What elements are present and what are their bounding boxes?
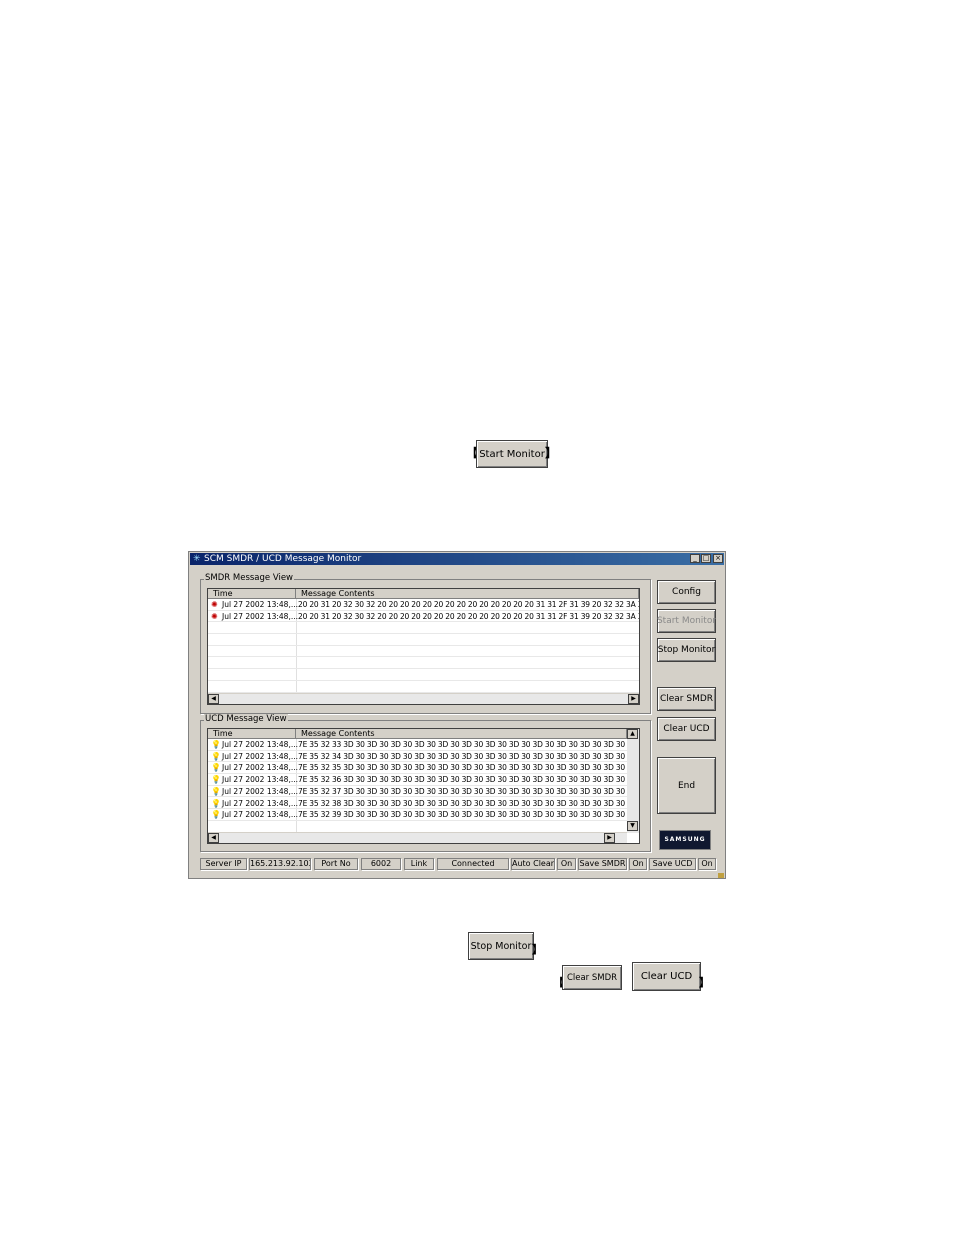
status-link-value: Connected xyxy=(437,858,509,870)
ucd-col-contents[interactable]: Message Contents xyxy=(296,729,627,739)
lightbulb-icon: 💡 xyxy=(211,810,221,820)
status-auto-clear-value: On xyxy=(557,858,576,870)
lightbulb-icon: 💡 xyxy=(211,751,221,761)
row-contents: 7E 35 32 34 3D 30 3D 30 3D 30 3D 30 3D 3… xyxy=(298,751,640,761)
maximize-button[interactable]: □ xyxy=(701,554,711,563)
resize-grip-icon[interactable] xyxy=(718,873,724,878)
status-save-smdr-label: Save SMDR xyxy=(578,858,627,870)
start-monitor-button[interactable]: Start Monitor xyxy=(657,609,716,633)
status-auto-clear-label: Auto Clear xyxy=(511,858,555,870)
window-title: SCM SMDR / UCD Message Monitor xyxy=(204,554,362,564)
scroll-up-icon[interactable]: ▲ xyxy=(627,729,638,739)
row-time: Jul 27 2002 13:48,... xyxy=(222,775,298,785)
monitor-window: ✳ SCM SMDR / UCD Message Monitor _ □ × S… xyxy=(188,551,726,879)
table-row[interactable] xyxy=(208,669,639,681)
smdr-group-label: SMDR Message View xyxy=(204,573,295,583)
table-row[interactable]: ✺ Jul 27 2002 13:48,... 20 20 31 20 32 30 … xyxy=(208,611,639,623)
close-button[interactable]: × xyxy=(713,554,723,563)
minimize-button[interactable]: _ xyxy=(690,554,700,563)
status-server-ip-value: 165.213.92.103 xyxy=(249,858,311,870)
row-time: Jul 27 2002 13:48,... xyxy=(222,763,298,773)
status-server-ip-label: Server IP xyxy=(200,858,247,870)
red-bug-icon: ✺ xyxy=(211,600,218,609)
status-port-label: Port No xyxy=(314,858,358,870)
table-row[interactable] xyxy=(208,634,639,646)
row-contents: 7E 35 32 39 3D 30 3D 30 3D 30 3D 30 3D 3… xyxy=(298,810,640,820)
end-button[interactable]: End xyxy=(657,757,716,814)
smdr-col-time[interactable]: Time xyxy=(208,589,296,599)
app-icon: ✳ xyxy=(193,554,201,564)
lightbulb-icon: 💡 xyxy=(211,763,221,773)
start-monitor-button-illustration[interactable]: Start Monitor xyxy=(476,440,548,468)
table-row[interactable] xyxy=(208,681,639,693)
clear-smdr-button-illustration[interactable]: Clear SMDR xyxy=(562,965,622,990)
config-button[interactable]: Config xyxy=(657,580,716,604)
row-time: Jul 27 2002 13:48,... xyxy=(222,786,298,796)
row-time: Jul 27 2002 13:48,... xyxy=(222,600,298,609)
bracket-close: 】 xyxy=(699,976,710,989)
clear-smdr-button[interactable]: Clear SMDR xyxy=(657,687,716,711)
row-contents: 20 20 31 20 32 30 32 20 20 20 20 20 20 2… xyxy=(298,600,640,609)
row-time: Jul 27 2002 13:48,... xyxy=(222,810,298,820)
clear-ucd-button[interactable]: Clear UCD xyxy=(657,717,716,741)
stop-monitor-button-illustration[interactable]: Stop Monitor xyxy=(468,932,534,960)
lightbulb-icon: 💡 xyxy=(211,786,221,796)
row-contents: 7E 35 32 36 3D 30 3D 30 3D 30 3D 30 3D 3… xyxy=(298,775,640,785)
smdr-message-list[interactable]: Time Message Contents ✺ Jul 27 2002 13:48… xyxy=(207,588,640,705)
bracket-close: 】 xyxy=(532,943,543,956)
bracket-close: 】 xyxy=(545,446,558,460)
samsung-logo: SAMSUNG xyxy=(659,830,711,850)
table-row[interactable] xyxy=(208,658,639,670)
row-contents: 20 20 31 20 32 30 32 20 20 20 20 20 20 2… xyxy=(298,611,640,621)
row-contents: 7E 35 32 37 3D 30 3D 30 3D 30 3D 30 3D 3… xyxy=(298,786,640,796)
lightbulb-icon: 💡 xyxy=(211,740,221,749)
ucd-group-label: UCD Message View xyxy=(204,714,288,724)
scroll-down-icon[interactable]: ▼ xyxy=(627,821,638,831)
row-contents: 7E 35 32 33 3D 30 3D 30 3D 30 3D 30 3D 3… xyxy=(298,740,640,749)
smdr-horizontal-scrollbar[interactable]: ◀ ▶ xyxy=(208,693,639,704)
status-link-label: Link xyxy=(404,858,434,870)
row-contents: 7E 35 32 35 3D 30 3D 30 3D 30 3D 30 3D 3… xyxy=(298,763,640,773)
scroll-left-icon[interactable]: ◀ xyxy=(208,694,219,704)
ucd-col-time[interactable]: Time xyxy=(208,729,296,739)
lightbulb-icon: 💡 xyxy=(211,798,221,808)
row-time: Jul 27 2002 13:48,... xyxy=(222,751,298,761)
status-save-smdr-value: On xyxy=(629,858,647,870)
row-time: Jul 27 2002 13:48,... xyxy=(222,740,298,749)
table-row[interactable]: ✺ Jul 27 2002 13:48,... 20 20 31 20 32 30 … xyxy=(208,599,639,611)
ucd-horizontal-scrollbar[interactable]: ◀ ▶ xyxy=(208,832,627,843)
scroll-right-icon[interactable]: ▶ xyxy=(628,694,639,704)
row-time: Jul 27 2002 13:48,... xyxy=(222,611,298,621)
ucd-message-list[interactable]: Time Message Contents 💡 Jul 27 2002 13:48… xyxy=(207,728,640,844)
scroll-right-icon[interactable]: ▶ xyxy=(604,833,615,843)
status-save-ucd-value: On xyxy=(698,858,716,870)
table-row[interactable] xyxy=(208,646,639,658)
stop-monitor-button[interactable]: Stop Monitor xyxy=(657,638,716,662)
row-time: Jul 27 2002 13:48,... xyxy=(222,798,298,808)
status-save-ucd-label: Save UCD xyxy=(649,858,696,870)
ucd-vertical-scrollbar[interactable]: ▲ ▼ xyxy=(627,729,639,833)
status-port-value: 6002 xyxy=(361,858,401,870)
table-row[interactable]: 💡 Jul 27 2002 13:48,... 7E 35 32 38 3D 30 … xyxy=(208,798,639,810)
clear-ucd-button-illustration[interactable]: Clear UCD xyxy=(632,962,701,991)
row-contents: 7E 35 32 38 3D 30 3D 30 3D 30 3D 30 3D 3… xyxy=(298,798,640,808)
table-row[interactable]: 💡 Jul 27 2002 13:48,... 7E 35 32 33 3D 30 … xyxy=(208,739,639,751)
table-row[interactable]: 💡 Jul 27 2002 13:48,... 7E 35 32 39 3D 30 … xyxy=(208,809,639,821)
red-bug-icon: ✺ xyxy=(211,611,218,621)
scroll-left-icon[interactable]: ◀ xyxy=(208,833,219,843)
table-row[interactable]: 💡 Jul 27 2002 13:48,... 7E 35 32 36 3D 30 … xyxy=(208,774,639,786)
smdr-col-contents[interactable]: Message Contents xyxy=(296,589,639,599)
table-row[interactable]: 💡 Jul 27 2002 13:48,... 7E 35 32 34 3D 30 … xyxy=(208,751,639,763)
table-row[interactable]: 💡 Jul 27 2002 13:48,... 7E 35 32 37 3D 30 … xyxy=(208,786,639,798)
title-bar: ✳ SCM SMDR / UCD Message Monitor _ □ × xyxy=(190,553,724,565)
lightbulb-icon: 💡 xyxy=(211,775,221,785)
table-row[interactable]: 💡 Jul 27 2002 13:48,... 7E 35 32 35 3D 30 … xyxy=(208,762,640,775)
table-row[interactable] xyxy=(208,622,639,635)
